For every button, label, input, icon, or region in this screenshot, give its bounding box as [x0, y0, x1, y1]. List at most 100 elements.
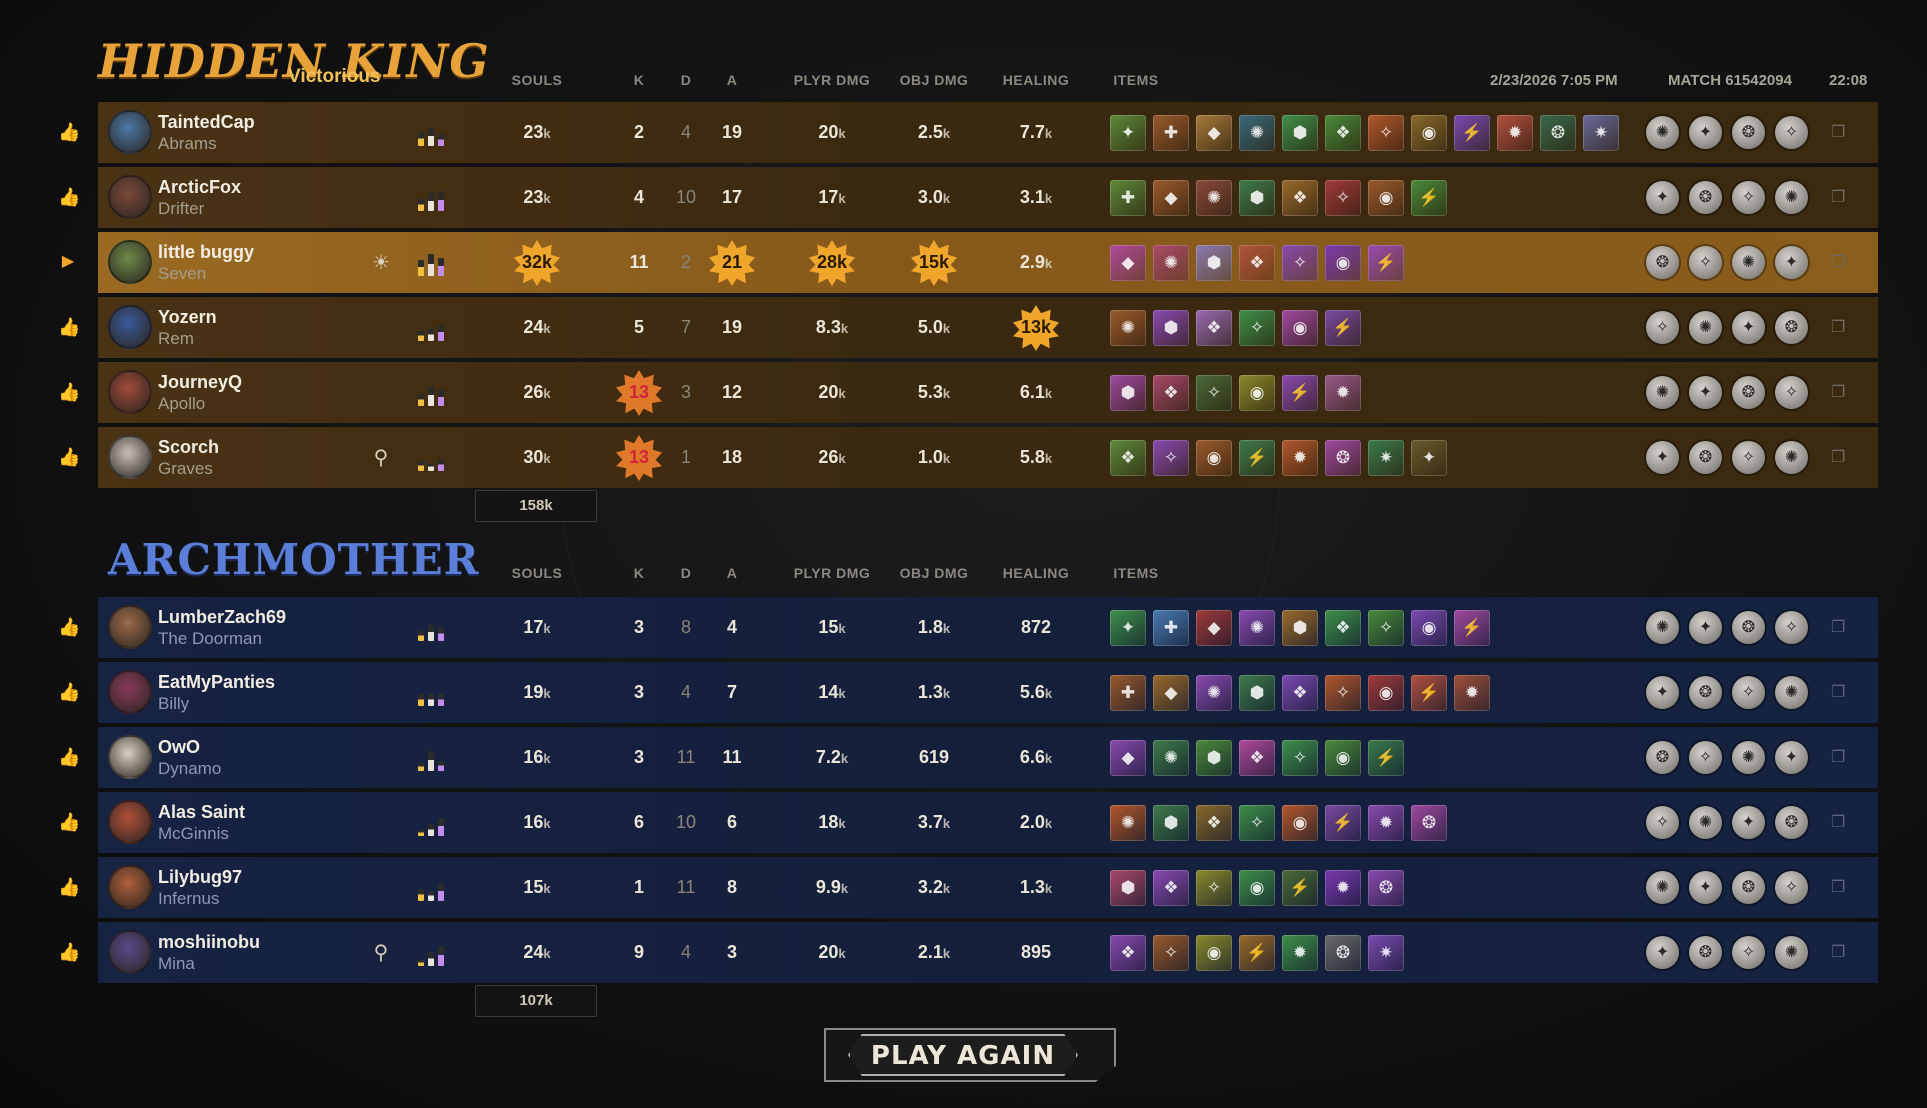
item-icon[interactable]: ✺	[1196, 675, 1232, 711]
item-icon[interactable]: ❖	[1196, 310, 1232, 346]
item-icon[interactable]: ⚡	[1282, 375, 1318, 411]
item-icon[interactable]: ✹	[1368, 805, 1404, 841]
item-icon[interactable]: ◉	[1196, 440, 1232, 476]
thumbs-up-icon[interactable]: 👍	[58, 812, 80, 832]
item-icon[interactable]: ✦	[1411, 440, 1447, 476]
item-icon[interactable]: ✧	[1196, 375, 1232, 411]
item-icon[interactable]: ✦	[1110, 115, 1146, 151]
thumbs-up-icon[interactable]: 👍	[58, 382, 80, 402]
item-icon[interactable]: ✚	[1153, 610, 1189, 646]
rift-icon[interactable]: ✦	[1775, 741, 1808, 774]
item-icon[interactable]: ✚	[1110, 675, 1146, 711]
player-row[interactable]: 👍 Scorch Graves ⚲ 30k 13 1 18 26k 1.0k 5.8k ❖ ✧ ◉ ⚡ ✹ ❂ ✷…	[58, 427, 1878, 488]
item-icon[interactable]: ❂	[1540, 115, 1576, 151]
item-icon[interactable]: ✹	[1454, 675, 1490, 711]
thumbs-up-icon[interactable]: 👍	[58, 617, 80, 637]
bite-icon[interactable]: ✧	[1732, 181, 1765, 214]
item-icon[interactable]: ⬢	[1282, 115, 1318, 151]
item-icon[interactable]: ✚	[1153, 115, 1189, 151]
item-icon[interactable]: ✺	[1239, 610, 1275, 646]
item-icon[interactable]: ❖	[1282, 675, 1318, 711]
door-icon[interactable]: ✺	[1646, 611, 1679, 644]
wrench-icon[interactable]: ✺	[1689, 806, 1722, 839]
item-icon[interactable]: ⬢	[1110, 375, 1146, 411]
bag-icon[interactable]: ✦	[1689, 611, 1722, 644]
cart-icon[interactable]: ✧	[1775, 611, 1808, 644]
item-icon[interactable]: ◆	[1196, 610, 1232, 646]
item-icon[interactable]: ❂	[1325, 440, 1361, 476]
item-icon[interactable]: ⬢	[1196, 740, 1232, 776]
item-icon[interactable]: ✺	[1196, 180, 1232, 216]
wing-icon[interactable]: ❂	[1732, 376, 1765, 409]
copy-icon[interactable]: ❐	[1831, 877, 1849, 899]
item-icon[interactable]: ✧	[1153, 440, 1189, 476]
copy-icon[interactable]: ❐	[1831, 252, 1849, 274]
item-icon[interactable]: ◆	[1110, 740, 1146, 776]
item-icon[interactable]: ❖	[1325, 610, 1361, 646]
item-icon[interactable]: ❂	[1411, 805, 1447, 841]
chain-icon[interactable]: ✦	[1646, 676, 1679, 709]
grave-icon[interactable]: ✺	[1775, 441, 1808, 474]
item-icon[interactable]: ✷	[1368, 935, 1404, 971]
player-name[interactable]: moshiinobu	[158, 932, 260, 953]
nova-icon[interactable]: ✧	[1775, 871, 1808, 904]
wings-icon[interactable]: ❂	[1689, 936, 1722, 969]
item-icon[interactable]: ✹	[1497, 115, 1533, 151]
item-icon[interactable]: ✷	[1583, 115, 1619, 151]
player-row[interactable]: 👍 OwO Dynamo 16k 3 11 11 7.2k 619 6.6k ◆ ✺ ⬢ ❖ ✧ ◉ ⚡ ❂ ✧ ✺ ✦…	[58, 727, 1878, 788]
orbit-icon[interactable]: ✺	[1732, 741, 1765, 774]
moon-icon[interactable]: ❂	[1775, 311, 1808, 344]
item-icon[interactable]: ⚡	[1325, 310, 1361, 346]
player-row[interactable]: 👍 ArcticFox Drifter 23k 4 10 17 17k 3.0k 3.1k ✚ ◆ ✺ ⬢…	[58, 167, 1878, 228]
item-icon[interactable]: ✧	[1196, 870, 1232, 906]
player-name[interactable]: little buggy	[158, 242, 254, 263]
item-icon[interactable]: ⬢	[1282, 610, 1318, 646]
item-icon[interactable]: ◉	[1325, 245, 1361, 281]
item-icon[interactable]: ⚡	[1454, 115, 1490, 151]
item-icon[interactable]: ❂	[1368, 870, 1404, 906]
item-icon[interactable]: ❖	[1239, 245, 1275, 281]
player-row[interactable]: 👍 EatMyPanties Billy 19k 3 4 7 14k 1.3k 5.6k ✚ ◆ ✺ ⬢ ❖…	[58, 662, 1878, 723]
blade-icon[interactable]: ✦	[1689, 376, 1722, 409]
player-name[interactable]: Lilybug97	[158, 867, 242, 888]
player-row[interactable]: 👍 TaintedCap Abrams 23k 2 4 19 20k 2.5k 7.7k ✦ ✚ ◆ ✺ ⬢…	[58, 102, 1878, 163]
item-icon[interactable]: ⬢	[1110, 870, 1146, 906]
item-icon[interactable]: ⬢	[1239, 675, 1275, 711]
item-icon[interactable]: ⚡	[1411, 180, 1447, 216]
item-icon[interactable]: ✧	[1368, 115, 1404, 151]
bash-icon[interactable]: ✧	[1732, 676, 1765, 709]
item-icon[interactable]: ✧	[1282, 245, 1318, 281]
item-icon[interactable]: ⚡	[1282, 870, 1318, 906]
thumbs-up-icon[interactable]: 👍	[58, 942, 80, 962]
fangs-icon[interactable]: ✧	[1732, 936, 1765, 969]
orb-icon[interactable]: ❂	[1646, 246, 1679, 279]
item-icon[interactable]: ✺	[1153, 245, 1189, 281]
bat-icon[interactable]: ✦	[1646, 936, 1679, 969]
copy-icon[interactable]: ❐	[1831, 187, 1849, 209]
turret-icon[interactable]: ✧	[1646, 806, 1679, 839]
copy-icon[interactable]: ❐	[1831, 942, 1849, 964]
player-row[interactable]: 👍 moshiinobu Mina ⚲ 24k 9 4 3 20k 2.1k 895 ❖ ✧ ◉ ⚡ ✹ ❂ ✷ ✦…	[58, 922, 1878, 983]
item-icon[interactable]: ⬢	[1153, 310, 1189, 346]
player-row[interactable]: 👍 Yozern Rem 24k 5 7 19 8.3k 5.0k 13k ✺ ⬢ ❖ ✧ ◉ ⚡ ✧ ✺ ✦ ❂ ❐	[58, 297, 1878, 358]
item-icon[interactable]: ◉	[1239, 375, 1275, 411]
player-name[interactable]: Alas Saint	[158, 802, 245, 823]
item-icon[interactable]: ✧	[1325, 180, 1361, 216]
item-icon[interactable]: ⚡	[1239, 440, 1275, 476]
item-icon[interactable]: ⚡	[1325, 805, 1361, 841]
sheep-icon[interactable]: ✺	[1689, 311, 1722, 344]
shield-icon[interactable]: ✧	[1775, 376, 1808, 409]
thumbs-up-icon[interactable]: 👍	[58, 747, 80, 767]
item-icon[interactable]: ◉	[1196, 935, 1232, 971]
item-icon[interactable]: ◉	[1282, 310, 1318, 346]
flame-icon[interactable]: ❂	[1732, 871, 1765, 904]
copy-icon[interactable]: ❐	[1831, 382, 1849, 404]
mask-icon[interactable]: ❂	[1732, 116, 1765, 149]
portal-icon[interactable]: ❂	[1646, 741, 1679, 774]
copy-icon[interactable]: ❐	[1831, 122, 1849, 144]
item-icon[interactable]: ✷	[1368, 440, 1404, 476]
player-row[interactable]: ▶ little buggy Seven ☀ 32k 11 2 21 28k 15k 2.9k ◆ ✺ ⬢…	[62, 232, 1878, 293]
item-icon[interactable]: ⬢	[1239, 180, 1275, 216]
item-icon[interactable]: ◉	[1239, 870, 1275, 906]
skull-icon[interactable]: ✦	[1646, 441, 1679, 474]
